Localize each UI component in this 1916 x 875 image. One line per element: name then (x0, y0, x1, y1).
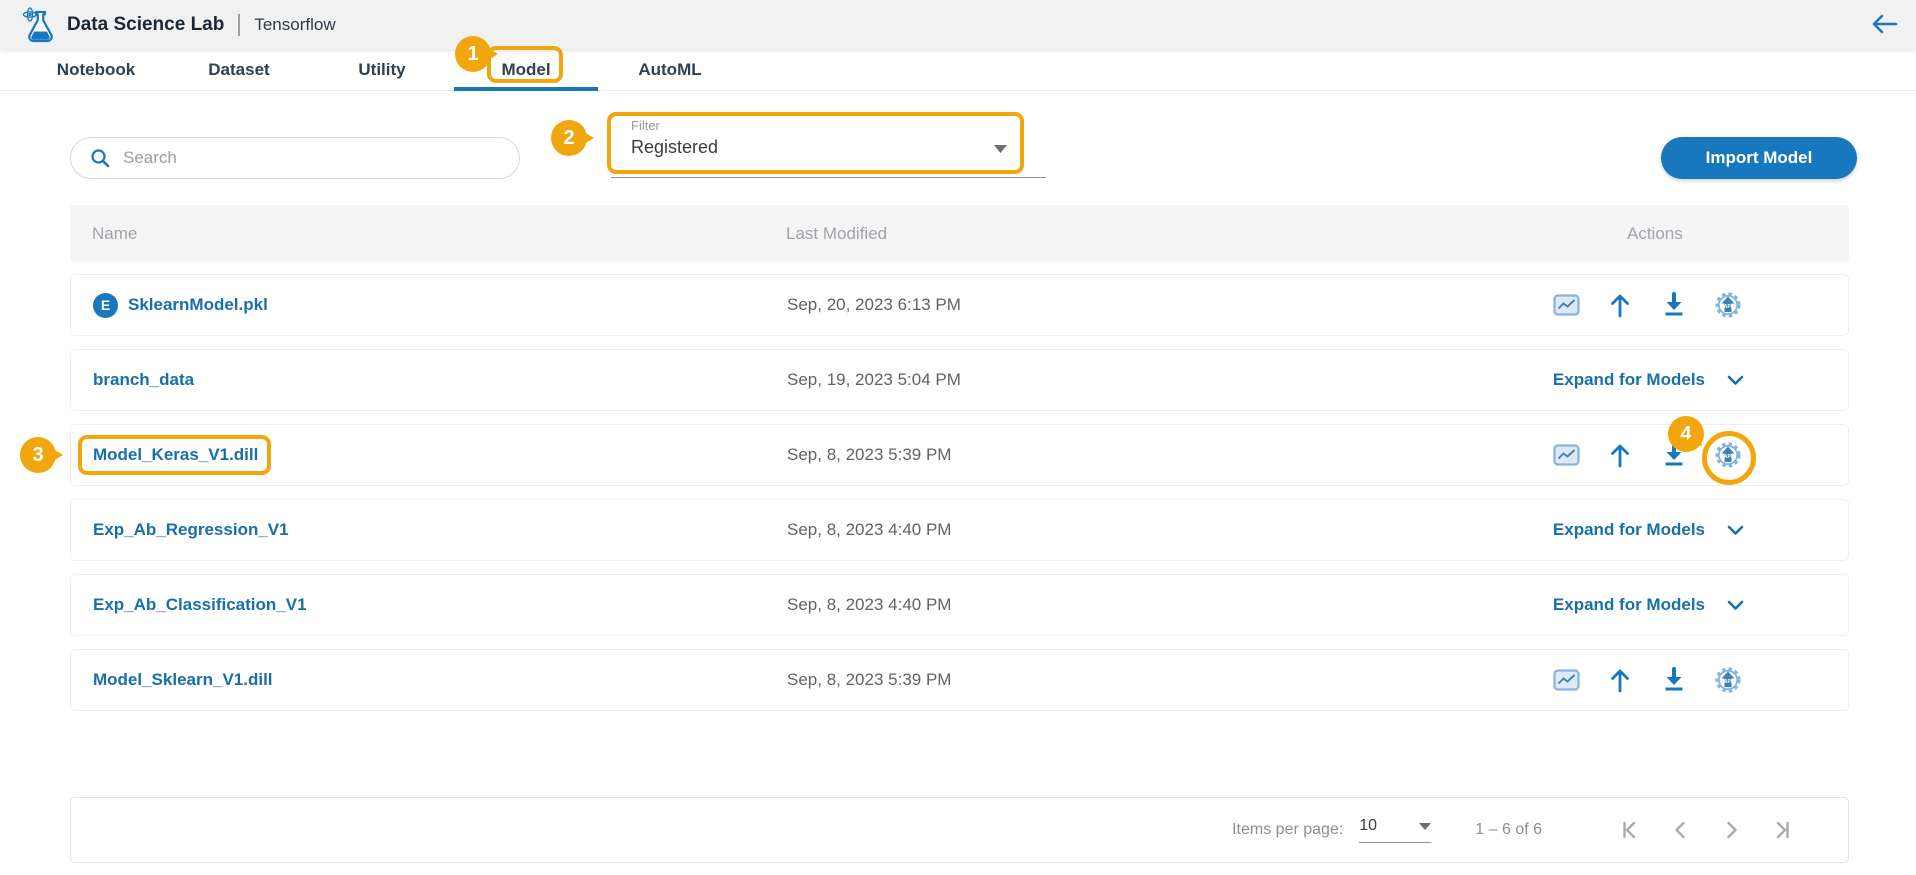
search-input[interactable] (121, 147, 465, 169)
row-actions: Expand for Models (1553, 575, 1744, 635)
search-box[interactable] (70, 137, 520, 179)
filter-value: Registered (631, 137, 1001, 158)
tab-automl[interactable]: AutoML (598, 49, 742, 90)
row-actions: API (1550, 425, 1744, 485)
brand-divider (238, 14, 240, 36)
upload-icon[interactable] (1604, 439, 1636, 471)
svg-text:API: API (1724, 454, 1733, 460)
table-header: Name Last Modified Actions (70, 205, 1849, 262)
tab-bar: Notebook Dataset Utility Model AutoML (0, 49, 1916, 91)
deploy-api-icon[interactable]: API (1712, 289, 1744, 321)
svg-text:API: API (1724, 304, 1733, 310)
expand-for-models-link[interactable]: Expand for Models (1553, 595, 1705, 615)
row-actions: API (1550, 650, 1744, 710)
row-name-cell: Model_Keras_V1.dill (93, 425, 258, 485)
filter-label: Filter (631, 118, 1001, 133)
row-actions: Expand for Models (1553, 350, 1744, 410)
row-type-badge: E (93, 293, 118, 318)
tab-notebook[interactable]: Notebook (24, 49, 168, 90)
upload-icon[interactable] (1604, 664, 1636, 696)
row-modified: Sep, 19, 2023 5:04 PM (787, 350, 961, 410)
app-title: Data Science Lab (67, 14, 224, 36)
row-modified: Sep, 8, 2023 4:40 PM (787, 575, 951, 635)
expand-for-models-link[interactable]: Expand for Models (1553, 520, 1705, 540)
column-header-modified: Last Modified (786, 205, 887, 262)
back-arrow-icon[interactable] (1870, 13, 1898, 38)
pagination-range: 1 – 6 of 6 (1475, 821, 1542, 839)
column-header-actions: Actions (1627, 205, 1683, 262)
row-name-cell: E SklearnModel.pkl (93, 275, 268, 335)
items-per-page-value: 10 (1359, 817, 1377, 835)
row-modified: Sep, 8, 2023 4:40 PM (787, 500, 951, 560)
deploy-api-icon[interactable]: API (1712, 439, 1744, 471)
row-name-cell: Exp_Ab_Classification_V1 (93, 575, 307, 635)
deploy-api-icon[interactable]: API (1712, 664, 1744, 696)
chevron-down-icon[interactable] (1727, 600, 1744, 611)
table-row[interactable]: Exp_Ab_Regression_V1 Sep, 8, 2023 4:40 P… (70, 499, 1849, 561)
table-row[interactable]: branch_data Sep, 19, 2023 5:04 PM Expand… (70, 349, 1849, 411)
app-subtitle: Tensorflow (254, 15, 335, 35)
row-name-link[interactable]: SklearnModel.pkl (128, 295, 268, 315)
download-icon[interactable] (1658, 289, 1690, 321)
table-row[interactable]: Model_Keras_V1.dill Sep, 8, 2023 5:39 PM… (70, 424, 1849, 486)
next-page-icon[interactable] (1718, 817, 1744, 843)
previous-page-icon[interactable] (1668, 817, 1694, 843)
tab-dataset[interactable]: Dataset (167, 49, 311, 90)
table-row[interactable]: E SklearnModel.pkl Sep, 20, 2023 6:13 PM… (70, 274, 1849, 336)
table-row[interactable]: Exp_Ab_Classification_V1 Sep, 8, 2023 4:… (70, 574, 1849, 636)
table-row[interactable]: Model_Sklearn_V1.dill Sep, 8, 2023 5:39 … (70, 649, 1849, 711)
metrics-icon[interactable] (1550, 439, 1582, 471)
download-icon[interactable] (1658, 664, 1690, 696)
row-actions: Expand for Models (1553, 500, 1744, 560)
download-icon[interactable] (1658, 439, 1690, 471)
row-name-link[interactable]: Exp_Ab_Classification_V1 (93, 595, 307, 615)
row-actions: API (1550, 275, 1744, 335)
filter-caret-down-icon[interactable] (994, 140, 1007, 158)
search-icon (90, 148, 110, 168)
import-model-button[interactable]: Import Model (1661, 137, 1857, 179)
column-header-name: Name (92, 205, 137, 262)
annotation-badge-2: 2 (551, 120, 587, 156)
chevron-down-icon[interactable] (1727, 375, 1744, 386)
svg-text:API: API (1724, 679, 1733, 685)
upload-icon[interactable] (1604, 289, 1636, 321)
last-page-icon[interactable] (1768, 817, 1794, 843)
row-modified: Sep, 8, 2023 5:39 PM (787, 650, 951, 710)
items-per-page-select[interactable]: 10 (1359, 817, 1431, 843)
app-bar: Data Science Lab Tensorflow (0, 0, 1916, 49)
row-modified: Sep, 20, 2023 6:13 PM (787, 275, 961, 335)
expand-for-models-link[interactable]: Expand for Models (1553, 370, 1705, 390)
row-name-cell: Exp_Ab_Regression_V1 (93, 500, 289, 560)
chevron-down-icon[interactable] (1727, 525, 1744, 536)
annotation-badge-3: 3 (20, 437, 56, 473)
flask-logo-icon (22, 7, 56, 43)
items-per-page-label: Items per page: (1232, 821, 1343, 839)
tab-utility[interactable]: Utility (310, 49, 454, 90)
first-page-icon[interactable] (1618, 817, 1644, 843)
row-name-cell: branch_data (93, 350, 194, 410)
row-name-link[interactable]: Exp_Ab_Regression_V1 (93, 520, 289, 540)
row-name-link[interactable]: branch_data (93, 370, 194, 390)
filter-underline (611, 177, 1046, 178)
items-per-page-caret-down-icon (1419, 823, 1431, 830)
row-modified: Sep, 8, 2023 5:39 PM (787, 425, 951, 485)
filter-select[interactable]: Filter Registered (631, 118, 1001, 158)
row-name-link[interactable]: Model_Keras_V1.dill (93, 445, 258, 465)
table-rows: E SklearnModel.pkl Sep, 20, 2023 6:13 PM… (70, 274, 1849, 724)
metrics-icon[interactable] (1550, 289, 1582, 321)
tab-model[interactable]: Model (454, 49, 598, 90)
row-name-cell: Model_Sklearn_V1.dill (93, 650, 273, 710)
row-name-link[interactable]: Model_Sklearn_V1.dill (93, 670, 273, 690)
pagination-bar: Items per page: 10 1 – 6 of 6 (70, 797, 1849, 863)
metrics-icon[interactable] (1550, 664, 1582, 696)
